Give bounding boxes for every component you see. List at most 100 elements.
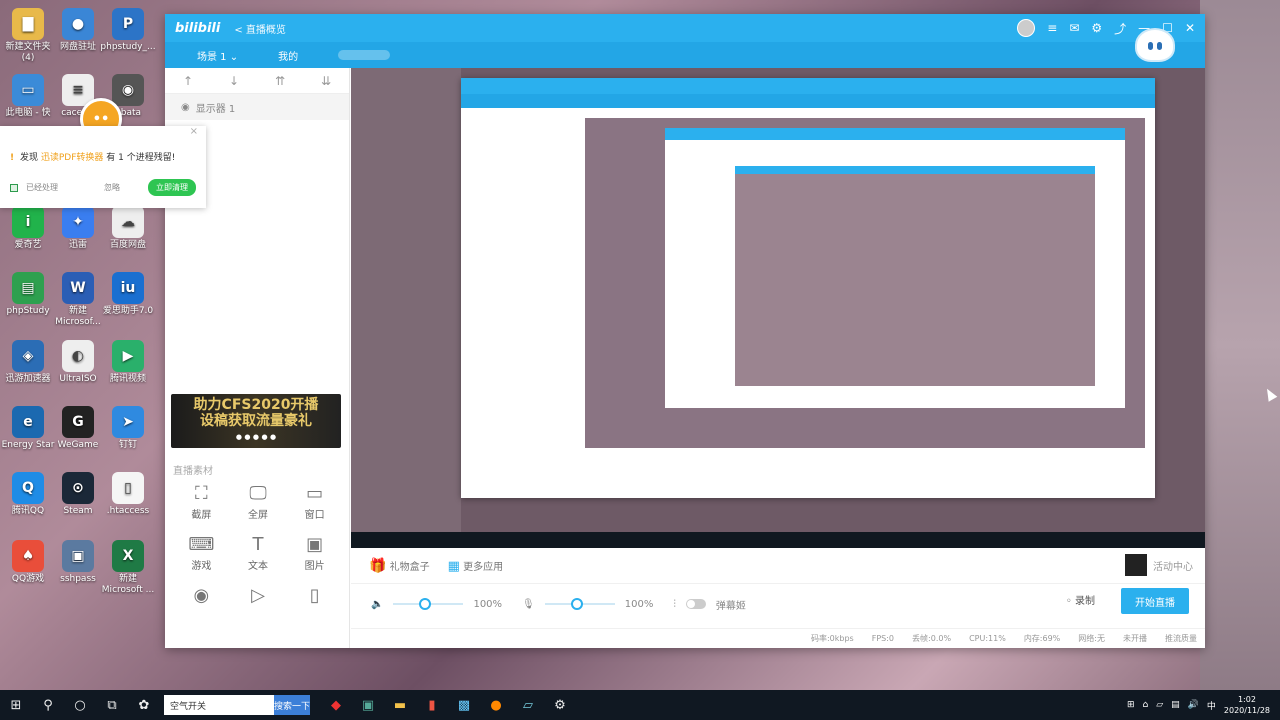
desktop-wallpaper-strip [1200, 0, 1280, 690]
share-icon[interactable]: ⤴ [1114, 20, 1126, 37]
app-icon: ▶ [112, 340, 144, 372]
source-type-icon: ▷ [251, 585, 265, 606]
desktop-icon[interactable]: Pphpstudy_... [98, 8, 158, 53]
preview-taskbar [351, 532, 1205, 548]
mail-icon[interactable]: ✉ [1069, 21, 1079, 35]
app-icon: ◐ [62, 340, 94, 372]
task-view-icon[interactable]: ⧉ [96, 690, 128, 720]
app-icon: i [12, 206, 44, 238]
more-apps-label: 更多应用 [463, 561, 504, 573]
firefox-icon[interactable]: ● [480, 690, 512, 720]
source-type-label: 文本 [247, 561, 268, 572]
breadcrumb[interactable]: < 直播概览 [234, 21, 286, 36]
move-down-icon[interactable]: ↓ [229, 74, 239, 88]
volume-icon[interactable]: 🔊 [1188, 700, 1199, 710]
network-icon[interactable]: ▤ [1171, 700, 1180, 710]
app-icon[interactable]: ▣ [352, 690, 384, 720]
source-type-icon: ◉ [193, 585, 210, 606]
gift-box-button[interactable]: 🎁 礼物盒子 [369, 558, 430, 574]
danmaku-label: 弹幕姬 [715, 600, 746, 612]
move-bottom-icon[interactable]: ⇊ [321, 74, 331, 88]
source-type-label: 截屏 [191, 510, 212, 521]
warning-icon: ! [10, 153, 15, 163]
desktop-icon-label: 百度网盘 [109, 240, 146, 250]
mic-icon[interactable]: 🎙 [522, 599, 535, 610]
move-up-icon[interactable]: ↑ [183, 74, 193, 88]
mic-volume-slider[interactable] [544, 598, 615, 610]
desktop-icon-label: 新建 Microsoft ... [101, 574, 155, 595]
menu-icon[interactable]: ≡ [1047, 21, 1057, 35]
processed-checkbox[interactable] [10, 183, 18, 192]
mixer-icon[interactable]: ⫶ [673, 599, 676, 610]
notification-prefix: 发现 [19, 153, 38, 163]
ignore-button[interactable]: 忽略 [104, 182, 120, 193]
preview-nested-window-2 [665, 128, 1125, 408]
source-type-button[interactable]: ◉ [173, 584, 230, 608]
activity-center-button[interactable]: 活动中心 [1125, 554, 1193, 576]
settings-icon[interactable]: ⚙ [1091, 21, 1102, 35]
source-type-button[interactable]: ▷ [230, 584, 287, 608]
add-scene-pill[interactable] [338, 50, 391, 60]
taskbar-search-input[interactable]: 空气开关 [164, 695, 274, 715]
search-icon[interactable]: ⚲ [32, 690, 64, 720]
desktop-icon[interactable]: ▯ .htaccess [98, 472, 158, 517]
source-type-button[interactable]: ▯ [286, 584, 343, 608]
gift-label: 礼物盒子 [389, 561, 430, 573]
promo-banner[interactable]: 助力CFS2020开播 设稿获取流量豪礼 ● ● ● ● ● [171, 394, 341, 448]
desktop-icon[interactable]: X 新建 Microsoft ... [98, 540, 158, 596]
close-icon[interactable]: ✕ [1185, 21, 1195, 35]
media-icon[interactable]: ◆ [320, 690, 352, 720]
slider-knob[interactable] [419, 598, 432, 610]
app-icon: ◉ [112, 74, 144, 106]
app-icon: ⊙ [62, 472, 94, 504]
status-item: FPS:0 [871, 634, 895, 643]
desktop-icon[interactable]: ☁ 百度网盘 [98, 206, 158, 251]
taskbar-search-button[interactable]: 搜索一下 [274, 695, 310, 715]
slider-knob[interactable] [570, 598, 583, 610]
close-icon[interactable]: × [190, 126, 198, 137]
tab-scene-1[interactable]: 场景 1 ⌄ [197, 48, 238, 63]
app-icon[interactable]: ▮ [416, 690, 448, 720]
desktop-icon[interactable]: ▶ 腾讯视频 [98, 340, 158, 385]
windows-taskbar: ⊞ ⚲ ○ ⧉ ✿ 空气开关 搜索一下 ◆ ▣ ▬ ▮ ▩ ● ▱ ⚙ ⊞ ⌂ … [0, 690, 1280, 720]
source-item[interactable]: ◉ 显示器 1 [165, 94, 349, 120]
source-type-button[interactable]: ▣ 图片 [286, 533, 343, 572]
speaker-icon[interactable]: 🔈 [371, 599, 383, 610]
notes-icon[interactable]: ▱ [512, 690, 544, 720]
source-type-button[interactable]: 🖵 全屏 [230, 482, 287, 521]
settings-icon[interactable]: ⚙ [544, 690, 576, 720]
clock[interactable]: 1:02 2020/11/28 [1224, 694, 1270, 716]
record-button[interactable]: ◦ 录制 [1066, 592, 1095, 607]
eye-icon[interactable]: ◉ [181, 102, 190, 113]
stream-preview[interactable] [351, 68, 1205, 548]
source-type-button[interactable]: ⛶ 截屏 [173, 482, 230, 521]
bilibili-taskbar-icon[interactable]: ▩ [448, 690, 480, 720]
tray-icon[interactable]: ⊞ [1127, 700, 1135, 710]
move-top-icon[interactable]: ⇈ [275, 74, 285, 88]
tab-secondary[interactable]: 我的 [278, 48, 298, 63]
clean-now-button[interactable]: 立即清理 [148, 179, 196, 196]
desktop-icon-label: phpstudy_... [100, 42, 156, 52]
speaker-volume-value: 100% [473, 598, 503, 610]
more-apps-button[interactable]: ▦ 更多应用 [448, 558, 503, 574]
cortana-icon[interactable]: ○ [64, 690, 96, 720]
avatar[interactable] [1017, 19, 1036, 37]
source-type-button[interactable]: T 文本 [230, 533, 287, 572]
bilibili-live-window: bilibili < 直播概览 ≡ ✉ ⚙ ⤴ — ☐ ✕ 场景 1 ⌄ 我的 … [165, 14, 1205, 648]
source-type-button[interactable]: ⌨ 游戏 [173, 533, 230, 572]
folder-icon[interactable]: ▬ [384, 690, 416, 720]
desktop-icon-label: 腾讯视频 [109, 374, 146, 384]
ime-icon[interactable]: 中 [1207, 699, 1216, 712]
danmaku-toggle[interactable] [685, 599, 706, 609]
app-icon[interactable]: ✿ [128, 690, 160, 720]
desktop-icon[interactable]: iu 爱思助手7.0 [98, 272, 158, 317]
speaker-volume-slider[interactable] [393, 598, 464, 610]
desktop-icon[interactable]: ➤ 钉钉 [98, 406, 158, 451]
notification-app: 迅读PDF转换器 [40, 153, 104, 163]
tray-icon[interactable]: ⌂ [1143, 700, 1149, 710]
status-bar: 码率:0kbps FPS:0 丢帧:0.0% CPU:11% 内存:69% 网络:无 未开播… [351, 628, 1205, 648]
source-type-button[interactable]: ▭ 窗口 [286, 482, 343, 521]
start-icon[interactable]: ⊞ [0, 690, 32, 720]
start-live-button[interactable]: 开始直播 [1121, 588, 1189, 614]
tray-icon[interactable]: ▱ [1156, 700, 1163, 710]
